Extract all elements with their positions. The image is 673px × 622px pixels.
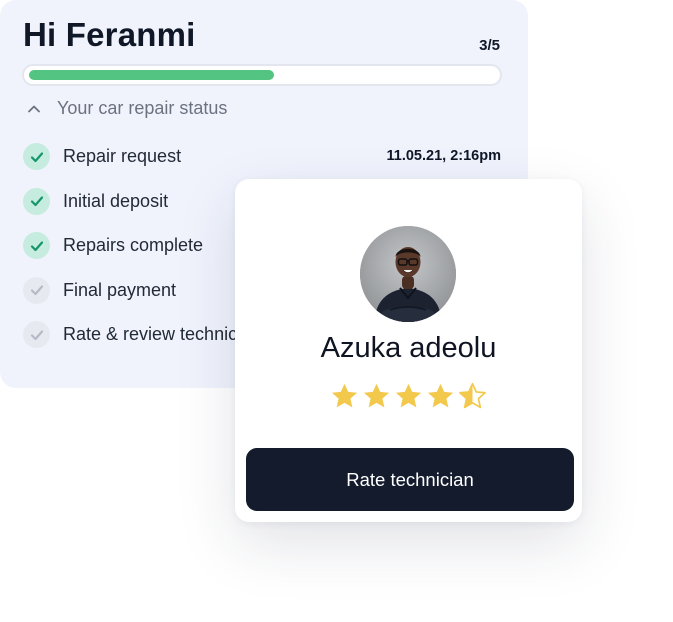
check-icon — [23, 232, 50, 259]
check-icon — [23, 143, 50, 170]
progress-bar — [22, 64, 502, 86]
star-icon — [459, 382, 486, 409]
rate-technician-button[interactable]: Rate technician — [246, 448, 574, 511]
page-canvas: Hi Feranmi 3/5 Your car repair status Re… — [0, 0, 673, 622]
step-label: Rate & review technician — [63, 324, 262, 344]
chevron-up-icon — [28, 105, 40, 112]
star-icon — [395, 383, 422, 408]
progress-bar-fill — [29, 70, 274, 80]
avatar — [360, 226, 456, 322]
check-icon — [23, 276, 50, 304]
greeting-title: Hi Feranmi — [23, 16, 196, 53]
step-label: Repairs complete — [63, 235, 204, 255]
star-rating — [235, 382, 582, 411]
technician-photo — [360, 226, 456, 322]
check-icon — [23, 321, 50, 348]
step-label: Repair request — [63, 146, 182, 166]
technician-name: Azuka adeolu — [320, 332, 497, 364]
step-label: Initial deposit — [63, 190, 169, 211]
star-icon — [331, 383, 358, 408]
step-timestamp: 11.05.21, 2:16pm — [386, 148, 501, 164]
check-icon — [23, 187, 50, 215]
status-section-toggle[interactable]: Your car repair status — [26, 98, 227, 119]
step-label: Final payment — [63, 279, 177, 300]
technician-card: Azuka adeolu Rate technician — [235, 179, 582, 522]
section-title: Your car repair status — [57, 98, 228, 118]
star-icon — [363, 383, 390, 408]
star-icon — [427, 383, 454, 408]
step-counter: 3/5 — [479, 37, 500, 54]
